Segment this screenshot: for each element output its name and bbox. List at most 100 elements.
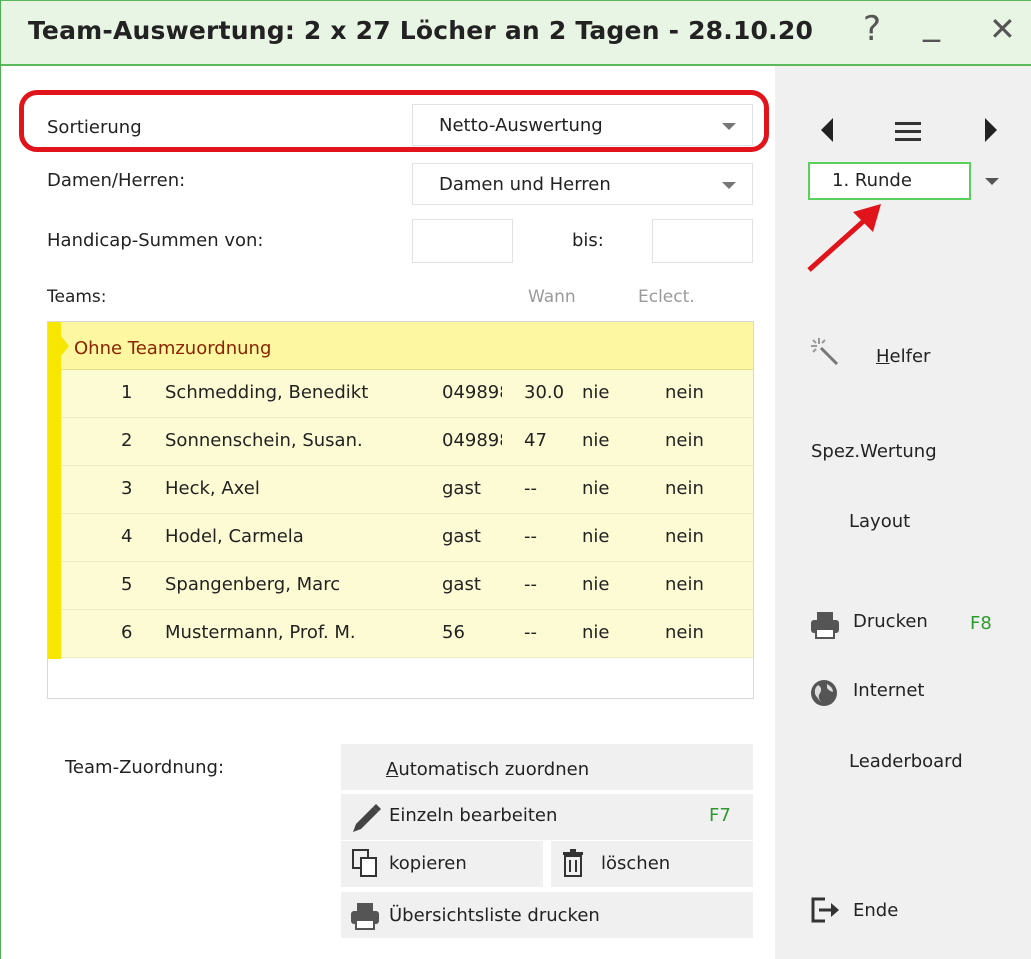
copy-label: kopieren xyxy=(389,853,467,874)
window-title: Team-Auswertung: 2 x 27 Löcher an 2 Tage… xyxy=(28,16,814,45)
cell-number: 6 xyxy=(121,622,133,643)
cell-when: nie xyxy=(582,382,610,403)
cell-name: Sonnenschein, Susan. xyxy=(165,430,363,451)
edit-shortcut-label: F7 xyxy=(709,805,731,826)
cell-when: nie xyxy=(582,478,610,499)
print-overview-label: Übersichtsliste drucken xyxy=(389,905,600,926)
cell-number: 1 xyxy=(121,382,133,403)
cell-handicap: -- xyxy=(524,574,537,595)
cell-number: 4 xyxy=(121,526,133,547)
cell-eclect: nein xyxy=(665,526,704,547)
print-overview-button[interactable]: Übersichtsliste drucken xyxy=(341,892,753,938)
magic-wand-icon xyxy=(811,338,841,373)
cell-number: 5 xyxy=(121,574,133,595)
round-select[interactable]: 1. Runde xyxy=(808,162,971,200)
handicap-sum-label: Handicap-Summen von: xyxy=(47,230,264,251)
handicap-to-input[interactable] xyxy=(652,219,753,263)
auto-assign-text: utomatisch zuordnen xyxy=(398,759,590,780)
cell-eclect: nein xyxy=(665,430,704,451)
menu-icon[interactable] xyxy=(895,122,921,147)
cell-name: Heck, Axel xyxy=(165,478,260,499)
cell-name: Mustermann, Prof. M. xyxy=(165,622,356,643)
cell-name: Hodel, Carmela xyxy=(165,526,304,547)
cell-name: Spangenberg, Marc xyxy=(165,574,341,595)
trash-icon xyxy=(561,848,587,883)
cell-club: gast xyxy=(442,574,481,595)
teams-table[interactable]: Ohne Teamzuordnung 1 Schmedding, Benedik… xyxy=(47,321,754,699)
group-pointer-icon xyxy=(61,336,69,356)
cell-club: 049898 xyxy=(442,382,502,403)
table-row[interactable]: 6 Mustermann, Prof. M. 56 -- nie nein xyxy=(61,610,753,658)
edit-individually-button[interactable]: Einzeln bearbeiten F7 xyxy=(341,794,753,840)
gender-select[interactable]: Damen und Herren xyxy=(412,163,753,205)
cell-when: nie xyxy=(582,622,610,643)
handicap-to-label: bis: xyxy=(572,230,604,251)
pencil-icon xyxy=(349,802,383,839)
helper-button[interactable]: Helfer xyxy=(876,346,930,367)
group-marker-bar xyxy=(48,322,61,659)
table-row[interactable]: 3 Heck, Axel gast -- nie nein xyxy=(61,466,753,514)
cell-handicap: 30.0 xyxy=(524,382,565,403)
previous-round-icon[interactable] xyxy=(819,118,835,147)
team-group-label: Ohne Teamzuordnung xyxy=(74,338,272,359)
right-panel: 1. Runde Helfer Spez.Wertung Layout Druc… xyxy=(775,66,1031,959)
special-scoring-button[interactable]: Spez.Wertung xyxy=(811,441,937,462)
team-evaluation-window: Team-Auswertung: 2 x 27 Löcher an 2 Tage… xyxy=(0,0,1031,959)
cell-club: 56 xyxy=(442,622,465,643)
close-button[interactable]: ✕ xyxy=(989,10,1016,48)
globe-icon xyxy=(809,678,839,713)
minimize-button[interactable]: _ xyxy=(923,3,940,43)
handicap-from-input[interactable] xyxy=(412,219,513,263)
end-button[interactable]: Ende xyxy=(853,900,898,921)
teams-label: Teams: xyxy=(47,287,107,307)
chevron-down-icon[interactable] xyxy=(985,178,999,185)
cell-number: 3 xyxy=(121,478,133,499)
title-bar: Team-Auswertung: 2 x 27 Löcher an 2 Tage… xyxy=(1,0,1031,66)
table-row[interactable]: 5 Spangenberg, Marc gast -- nie nein xyxy=(61,562,753,610)
cell-eclect: nein xyxy=(665,622,704,643)
delete-button[interactable]: löschen xyxy=(551,841,753,887)
layout-button[interactable]: Layout xyxy=(849,511,910,532)
cell-number: 2 xyxy=(121,430,133,451)
next-round-icon[interactable] xyxy=(983,118,999,147)
auto-assign-label: Automatisch zuordnen xyxy=(386,759,590,780)
exit-icon xyxy=(811,897,841,928)
copy-button[interactable]: kopieren xyxy=(341,841,543,887)
team-group-row[interactable]: Ohne Teamzuordnung xyxy=(48,322,753,370)
helper-text: elfer xyxy=(889,346,931,367)
chevron-down-icon xyxy=(722,182,736,189)
cell-eclect: nein xyxy=(665,574,704,595)
column-header-when[interactable]: Wann xyxy=(528,287,576,307)
cell-eclect: nein xyxy=(665,382,704,403)
edit-individually-label: Einzeln bearbeiten xyxy=(389,805,558,826)
leaderboard-button[interactable]: Leaderboard xyxy=(849,751,963,772)
cell-when: nie xyxy=(582,574,610,595)
red-arrow-annotation xyxy=(801,196,891,281)
cell-handicap: -- xyxy=(524,622,537,643)
cell-eclect: nein xyxy=(665,478,704,499)
copy-icon xyxy=(351,848,379,883)
round-select-value: 1. Runde xyxy=(832,170,912,191)
table-row[interactable]: 2 Sonnenschein, Susan. 049898 47 nie nei… xyxy=(61,418,753,466)
table-row[interactable]: 4 Hodel, Carmela gast -- nie nein xyxy=(61,514,753,562)
cell-name: Schmedding, Benedikt xyxy=(165,382,369,403)
gender-select-value: Damen und Herren xyxy=(439,174,611,195)
column-header-eclect[interactable]: Eclect. xyxy=(638,287,695,307)
cell-handicap: -- xyxy=(524,526,537,547)
cell-club: gast xyxy=(442,526,481,547)
help-button[interactable]: ? xyxy=(863,9,881,49)
cell-handicap: 47 xyxy=(524,430,547,451)
printer-icon xyxy=(809,610,841,645)
gender-label: Damen/Herren: xyxy=(47,170,186,191)
internet-button[interactable]: Internet xyxy=(853,680,924,701)
cell-handicap: -- xyxy=(524,478,537,499)
print-button[interactable]: Drucken xyxy=(853,611,928,632)
printer-icon xyxy=(349,901,381,936)
delete-label: löschen xyxy=(601,853,671,874)
red-highlight-annotation xyxy=(19,90,769,152)
table-row[interactable]: 1 Schmedding, Benedikt 049898 30.0 nie n… xyxy=(61,370,753,418)
cell-club: gast xyxy=(442,478,481,499)
cell-when: nie xyxy=(582,430,610,451)
cell-when: nie xyxy=(582,526,610,547)
auto-assign-button[interactable]: Automatisch zuordnen xyxy=(341,744,753,790)
